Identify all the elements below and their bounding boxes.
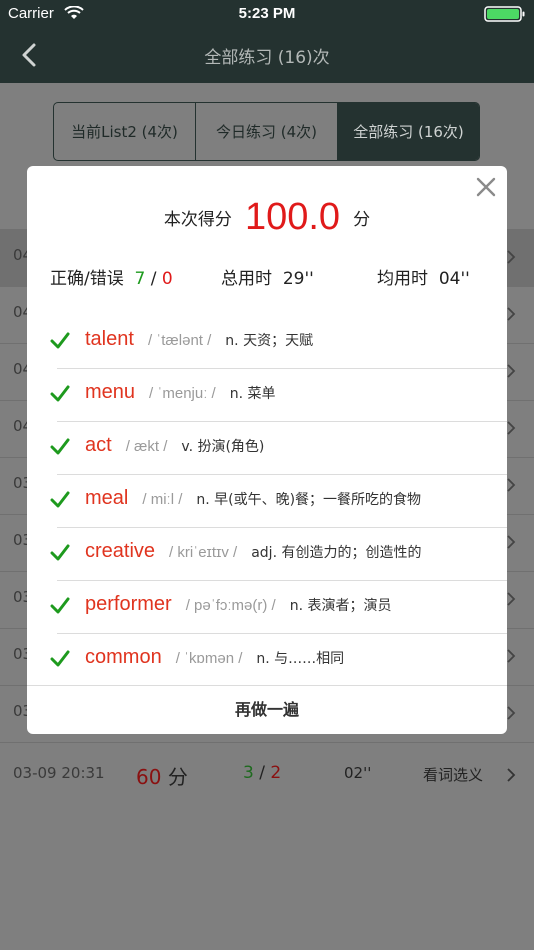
word-row[interactable]: creative / kriˈeɪtɪv / adj. 有创造力的；创造性的 [27, 528, 507, 581]
chevron-right-icon [507, 649, 516, 663]
word: menu [85, 381, 136, 403]
tab-all[interactable]: 全部练习 (16次) [338, 103, 479, 160]
session-time: 02'' [344, 764, 372, 782]
chevron-right-icon [507, 592, 516, 606]
word-row[interactable]: act / ækt / v. 扮演(角色) [27, 422, 507, 475]
checkmark-icon [50, 650, 70, 667]
correct-wrong-stat: 正确/错误 7 / 0 [50, 269, 173, 289]
nav-bar: 全部练习 (16)次 [0, 28, 534, 83]
word-row[interactable]: talent / ˈtælənt / n. 天资；天赋 [27, 316, 507, 369]
word-row[interactable]: meal / miːl / n. 早(或午、晚)餐；一餐所吃的食物 [27, 475, 507, 528]
meaning: n. 天资；天赋 [225, 333, 314, 349]
word: creative [85, 540, 156, 562]
meaning: n. 早(或午、晚)餐；一餐所吃的食物 [196, 492, 422, 508]
meaning: n. 菜单 [229, 386, 276, 402]
tab-current-list[interactable]: 当前List2 (4次) [54, 103, 196, 160]
word: performer [85, 593, 172, 615]
segmented-control: 当前List2 (4次) 今日练习 (4次) 全部练习 (16次) [53, 102, 480, 161]
chevron-right-icon [507, 706, 516, 720]
checkmark-icon [50, 597, 70, 614]
phonetic: / ˈtælənt / [147, 332, 212, 349]
word-list: talent / ˈtælənt / n. 天资；天赋 menu / ˈmenjuː … [27, 316, 507, 686]
phonetic: / ˈmenjuː / [149, 385, 216, 402]
clock: 5:23 PM [238, 5, 296, 22]
session-type: 看词选义 [423, 766, 484, 784]
chevron-right-icon [507, 768, 516, 782]
tab-today[interactable]: 今日练习 (4次) [196, 103, 338, 160]
avg-time-stat: 均用时 04'' [377, 269, 470, 289]
phonetic: / ækt / [125, 438, 168, 455]
close-icon[interactable] [475, 176, 497, 198]
score-summary: 本次得分 100.0 分 [27, 196, 507, 239]
total-time-stat: 总用时 29'' [221, 269, 314, 289]
checkmark-icon [50, 332, 70, 349]
result-dialog: 本次得分 100.0 分 正确/错误 7 / 0 总用时 29'' 均用时 04… [27, 166, 507, 734]
word: meal [85, 487, 129, 509]
score-label: 本次得分 [163, 210, 232, 230]
status-bar: Carrier 5:23 PM [0, 0, 534, 28]
checkmark-icon [50, 544, 70, 561]
chevron-right-icon [507, 535, 516, 549]
score-unit: 分 [353, 210, 371, 230]
meaning: v. 扮演(角色) [181, 439, 265, 455]
battery-icon [484, 6, 525, 22]
meaning: n. 表演者；演员 [289, 598, 392, 614]
redo-button[interactable]: 再做一遍 [27, 685, 507, 734]
word-row[interactable]: common / ˈkɒmən / n. 与……相同 [27, 634, 507, 686]
chevron-right-icon [507, 364, 516, 378]
meaning: n. 与……相同 [256, 651, 345, 667]
word: act [85, 434, 112, 456]
score-value: 100.0 [244, 196, 341, 238]
list-item[interactable]: 03-09 20:31 60 分 3 / 2 02'' 看词选义 [0, 749, 534, 803]
word: common [85, 646, 162, 668]
session-ratio: 3 / 2 [243, 763, 282, 783]
chevron-right-icon [507, 421, 516, 435]
word-row[interactable]: performer / pəˈfɔːmə(r) / n. 表演者；演员 [27, 581, 507, 634]
phonetic: / kriˈeɪtɪv / [169, 544, 238, 561]
word: talent [85, 328, 134, 350]
phonetic: / ˈkɒmən / [175, 650, 243, 667]
chevron-right-icon [507, 250, 516, 264]
session-date: 03-09 20:31 [13, 764, 105, 782]
checkmark-icon [50, 385, 70, 402]
checkmark-icon [50, 491, 70, 508]
phonetic: / miːl / [142, 491, 183, 508]
chevron-right-icon [507, 478, 516, 492]
checkmark-icon [50, 438, 70, 455]
word-row[interactable]: menu / ˈmenjuː / n. 菜单 [27, 369, 507, 422]
phonetic: / pəˈfɔːmə(r) / [185, 597, 276, 614]
meaning: adj. 有创造力的；创造性的 [251, 545, 422, 561]
page-title: 全部练习 (16)次 [204, 48, 330, 68]
stats-row: 正确/错误 7 / 0 总用时 29'' 均用时 04'' [27, 264, 507, 289]
session-score: 60 分 [136, 765, 188, 789]
chevron-right-icon [507, 307, 516, 321]
